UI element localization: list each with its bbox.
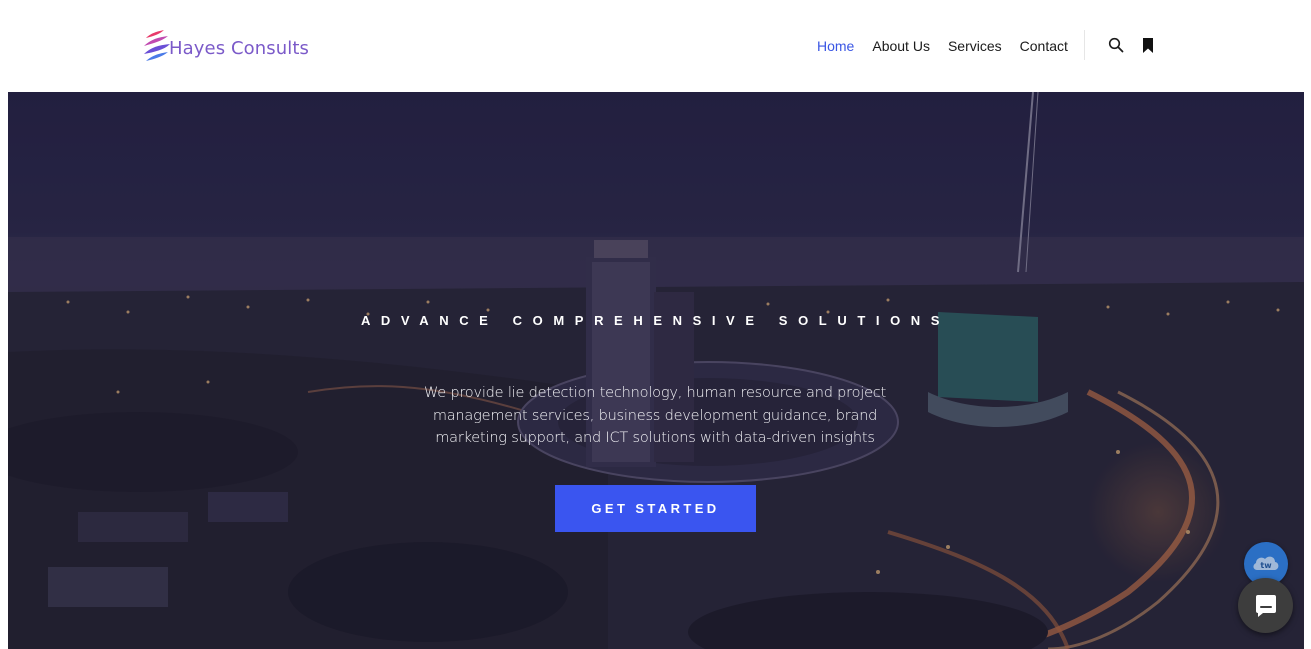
search-icon[interactable] <box>1107 36 1125 54</box>
nav-item-about-us[interactable]: About Us <box>872 38 930 54</box>
brand-name: Hayes Consults <box>169 38 310 59</box>
brand-logo[interactable]: Hayes Consults <box>142 26 309 62</box>
badge-text: tw <box>1260 561 1272 570</box>
site-header: Hayes Consults Home About Us Services Co… <box>0 0 1311 92</box>
get-started-button[interactable]: GET STARTED <box>555 485 756 532</box>
bookmark-icon[interactable] <box>1139 36 1157 54</box>
logo-mark-icon <box>142 28 172 62</box>
chat-bubble-icon[interactable] <box>1238 578 1293 633</box>
nav-divider <box>1084 30 1085 60</box>
hero-kicker: ADVANCE COMPREHENSIVE SOLUTIONS <box>360 313 951 328</box>
nav-item-contact[interactable]: Contact <box>1020 38 1068 54</box>
main-nav: Home About Us Services Contact <box>817 36 1086 56</box>
hero-section <box>8 92 1304 649</box>
nav-item-home[interactable]: Home <box>817 38 854 54</box>
hero-overlay <box>8 92 1304 649</box>
hero-description: We provide lie detection technology, hum… <box>423 385 887 446</box>
nav-item-services[interactable]: Services <box>948 38 1002 54</box>
